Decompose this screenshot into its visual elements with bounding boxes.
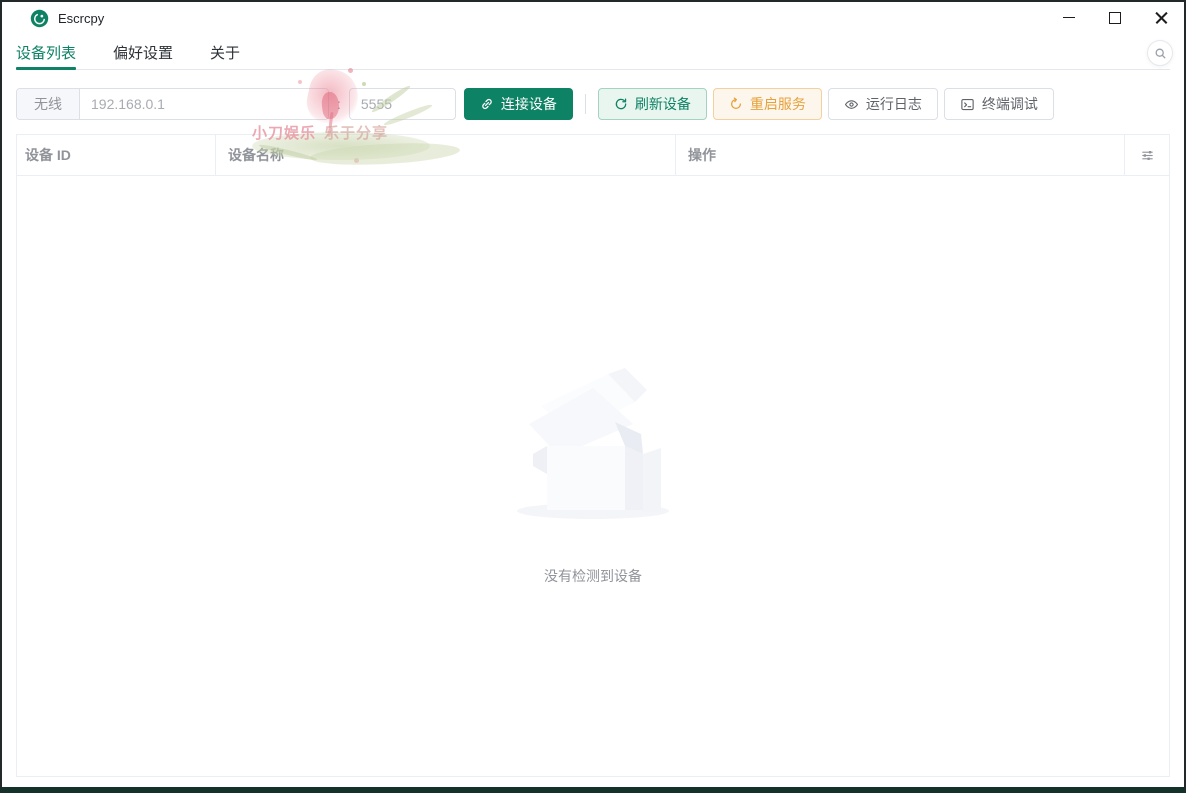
refresh-devices-button[interactable]: 刷新设备 <box>597 88 707 120</box>
connect-device-button[interactable]: 连接设备 <box>463 88 573 120</box>
tab-device-list-label: 设备列表 <box>16 45 77 62</box>
app-window: Escrcpy 设备列表 偏好设置 关于 无线 : <box>0 0 1186 793</box>
device-table-body: 没有检测到设备 <box>17 176 1169 778</box>
tab-preferences-label: 偏好设置 <box>113 45 174 62</box>
refresh-devices-label: 刷新设备 <box>634 96 691 112</box>
device-table: 设备 ID 设备名称 操作 没有检测到设备 <box>16 134 1170 777</box>
column-header-device-name: 设备名称 <box>216 135 676 175</box>
maximize-icon <box>1109 11 1121 24</box>
column-settings-button[interactable] <box>1136 144 1159 167</box>
terminal-icon <box>961 98 974 110</box>
device-table-header: 设备 ID 设备名称 操作 <box>17 135 1169 176</box>
window-controls <box>1046 2 1184 33</box>
minimize-icon <box>1063 17 1075 18</box>
terminal-debug-button[interactable]: 终端调试 <box>943 88 1054 120</box>
wireless-prepend-label: 无线 <box>17 89 80 119</box>
connection-toolbar: 无线 : 连接设备 刷新设备 重启服务 <box>16 88 1170 120</box>
column-header-device-name-label: 设备名称 <box>228 147 284 163</box>
eye-icon <box>844 99 858 109</box>
terminal-debug-label: 终端调试 <box>981 96 1038 112</box>
tab-preferences[interactable]: 偏好设置 <box>113 36 173 69</box>
column-header-device-id: 设备 ID <box>17 135 216 175</box>
wireless-address-group: 无线 <box>16 88 329 120</box>
restart-icon <box>730 97 741 110</box>
tab-about-label: 关于 <box>210 45 241 62</box>
tab-about[interactable]: 关于 <box>210 36 240 69</box>
column-header-actions: 操作 <box>676 135 1125 175</box>
maximize-button[interactable] <box>1092 2 1138 33</box>
close-icon <box>1155 11 1168 24</box>
empty-box-illustration <box>517 368 669 519</box>
titlebar: Escrcpy <box>2 2 1184 34</box>
empty-state-text: 没有检测到设备 <box>544 568 642 584</box>
column-header-actions-label: 操作 <box>688 147 716 163</box>
close-button[interactable] <box>1138 2 1184 33</box>
run-logs-label: 运行日志 <box>865 96 922 112</box>
sliders-icon <box>1141 150 1153 160</box>
column-tools-cell <box>1125 135 1169 175</box>
link-icon <box>482 98 492 110</box>
restart-service-label: 重启服务 <box>749 96 806 112</box>
port-input[interactable] <box>348 88 456 120</box>
minimize-button[interactable] <box>1046 2 1092 33</box>
refresh-icon <box>615 98 627 110</box>
connect-device-label: 连接设备 <box>500 96 557 112</box>
port-separator: : <box>337 96 341 112</box>
search-icon <box>1155 48 1165 58</box>
ip-address-input[interactable] <box>80 89 328 119</box>
app-logo-icon <box>30 9 49 27</box>
tab-device-list[interactable]: 设备列表 <box>16 36 77 70</box>
app-title: Escrcpy <box>58 10 105 26</box>
column-header-device-id-label: 设备 ID <box>25 147 71 163</box>
run-logs-button[interactable]: 运行日志 <box>827 88 938 120</box>
restart-service-button[interactable]: 重启服务 <box>712 88 822 120</box>
tab-bar: 设备列表 偏好设置 关于 <box>16 36 1170 70</box>
toolbar-divider <box>584 94 586 114</box>
search-button[interactable] <box>1147 40 1173 66</box>
